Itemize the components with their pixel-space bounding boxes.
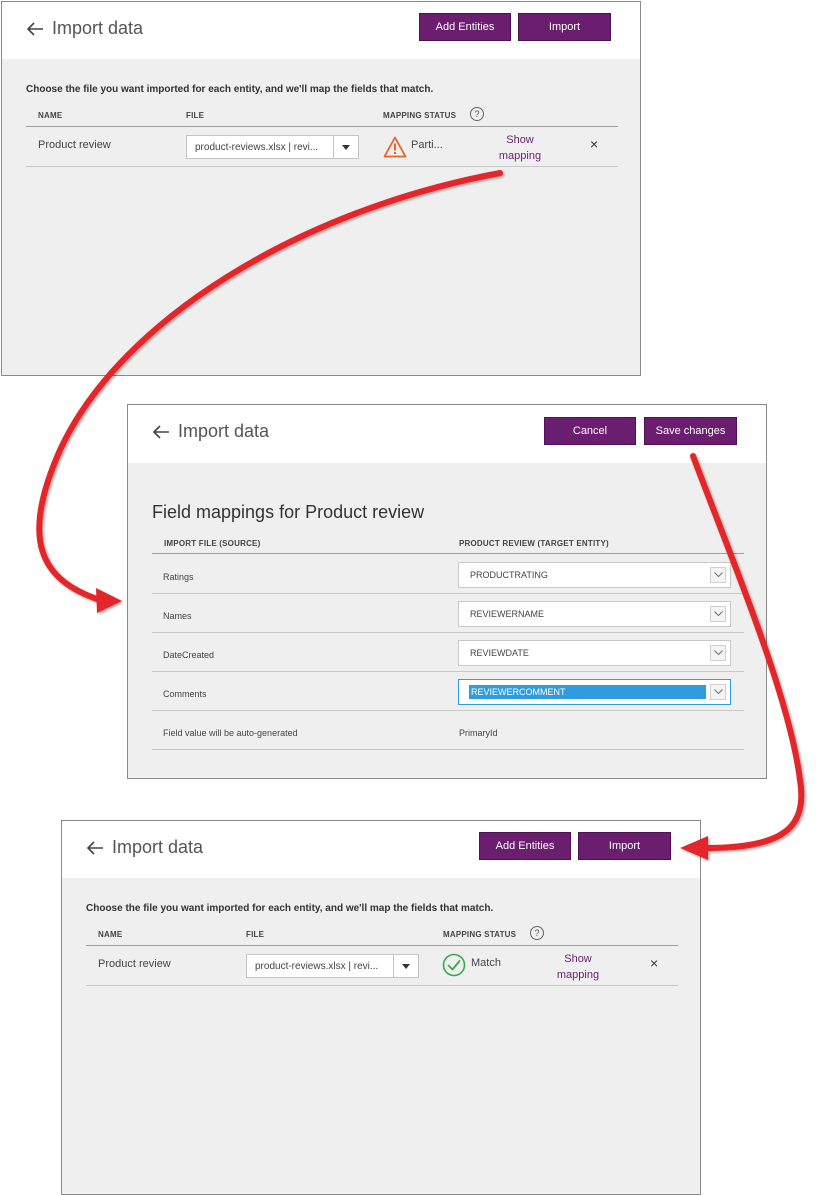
- back-link[interactable]: Import data: [86, 837, 203, 858]
- column-header-file: FILE: [186, 111, 205, 120]
- chevron-down-icon[interactable]: [710, 606, 726, 622]
- import-data-panel-initial: Import data Add Entities Import Choose t…: [1, 1, 641, 376]
- target-field-select[interactable]: REVIEWERNAME: [458, 601, 731, 627]
- remove-entity-button[interactable]: ×: [650, 955, 658, 971]
- import-button[interactable]: Import: [518, 13, 611, 41]
- import-data-panel-final: Import data Add Entities Import Choose t…: [61, 820, 701, 1195]
- source-field-label: Comments: [163, 689, 207, 699]
- entity-name: Product review: [38, 139, 111, 151]
- mapping-status-text: Parti...: [411, 139, 443, 151]
- show-mapping-link[interactable]: Show mapping: [548, 951, 608, 983]
- file-select[interactable]: product-reviews.xlsx | revi...: [246, 954, 419, 978]
- remove-entity-button[interactable]: ×: [590, 136, 598, 152]
- target-field-value: REVIEWERCOMMENT: [469, 685, 706, 699]
- chevron-down-icon[interactable]: [710, 567, 726, 583]
- column-header-source: IMPORT FILE (SOURCE): [164, 539, 261, 548]
- back-arrow-icon: [86, 840, 103, 855]
- show-mapping-link[interactable]: Show mapping: [490, 132, 550, 164]
- chevron-down-icon[interactable]: [393, 955, 418, 977]
- page-title: Import data: [112, 837, 204, 857]
- target-field-value: REVIEWDATE: [470, 648, 529, 658]
- intro-text: Choose the file you want imported for ea…: [86, 903, 494, 914]
- row-divider: [152, 632, 744, 633]
- field-mappings-heading: Field mappings for Product review: [152, 502, 425, 522]
- file-select-value: product-reviews.xlsx | revi...: [195, 141, 319, 153]
- back-link[interactable]: Import data: [152, 421, 269, 442]
- row-divider: [152, 710, 744, 711]
- target-field-select[interactable]: REVIEWERCOMMENT: [458, 679, 731, 705]
- page-title: Import data: [52, 18, 144, 38]
- column-header-mapping-status: MAPPING STATUS: [443, 930, 517, 939]
- target-field-value: REVIEWERNAME: [470, 609, 545, 619]
- show-mapping-link-line2: mapping: [556, 969, 600, 981]
- help-icon[interactable]: ?: [530, 926, 544, 940]
- row-divider: [86, 985, 678, 986]
- row-divider: [152, 749, 744, 750]
- auto-generated-value: PrimaryId: [459, 728, 498, 738]
- show-mapping-link-line1: Show: [506, 134, 534, 146]
- import-button[interactable]: Import: [578, 832, 671, 860]
- column-header-name: NAME: [98, 930, 123, 939]
- save-changes-button[interactable]: Save changes: [644, 417, 737, 445]
- target-field-value: PRODUCTRATING: [470, 570, 548, 580]
- column-header-name: NAME: [38, 111, 63, 120]
- chevron-down-icon[interactable]: [710, 645, 726, 661]
- target-field-select[interactable]: REVIEWDATE: [458, 640, 731, 666]
- chevron-down-icon[interactable]: [710, 684, 726, 700]
- entity-name: Product review: [98, 958, 171, 970]
- file-select-value: product-reviews.xlsx | revi...: [255, 960, 379, 972]
- field-mappings-panel: Import data Cancel Save changes Field ma…: [127, 404, 767, 779]
- auto-generated-label: Field value will be auto-generated: [163, 728, 298, 738]
- back-link[interactable]: Import data: [26, 18, 143, 39]
- column-header-target: PRODUCT REVIEW (TARGET ENTITY): [459, 539, 609, 548]
- row-divider: [152, 593, 744, 594]
- cancel-button[interactable]: Cancel: [544, 417, 636, 445]
- add-entities-button[interactable]: Add Entities: [479, 832, 571, 860]
- back-arrow-icon: [152, 424, 169, 439]
- source-field-label: Names: [163, 611, 192, 621]
- add-entities-button[interactable]: Add Entities: [419, 13, 511, 41]
- source-field-label: Ratings: [163, 572, 194, 582]
- file-select[interactable]: product-reviews.xlsx | revi...: [186, 135, 359, 159]
- table-header-divider: [152, 553, 744, 554]
- column-header-mapping-status: MAPPING STATUS: [383, 111, 457, 120]
- column-header-file: FILE: [246, 930, 265, 939]
- table-header-divider: [26, 126, 618, 127]
- row-divider: [26, 166, 618, 167]
- intro-text: Choose the file you want imported for ea…: [26, 84, 434, 95]
- table-header-divider: [86, 945, 678, 946]
- help-icon[interactable]: ?: [470, 107, 484, 121]
- back-arrow-icon: [26, 21, 43, 36]
- row-divider: [152, 671, 744, 672]
- warning-icon: [383, 136, 407, 158]
- show-mapping-link-line1: Show: [564, 953, 592, 965]
- show-mapping-link-line2: mapping: [498, 150, 542, 162]
- chevron-down-icon[interactable]: [333, 136, 358, 158]
- source-field-label: DateCreated: [163, 650, 215, 660]
- page-title: Import data: [178, 421, 270, 441]
- target-field-select[interactable]: PRODUCTRATING: [458, 562, 731, 588]
- mapping-status-text: Match: [471, 957, 501, 969]
- check-circle-icon: [442, 953, 466, 977]
